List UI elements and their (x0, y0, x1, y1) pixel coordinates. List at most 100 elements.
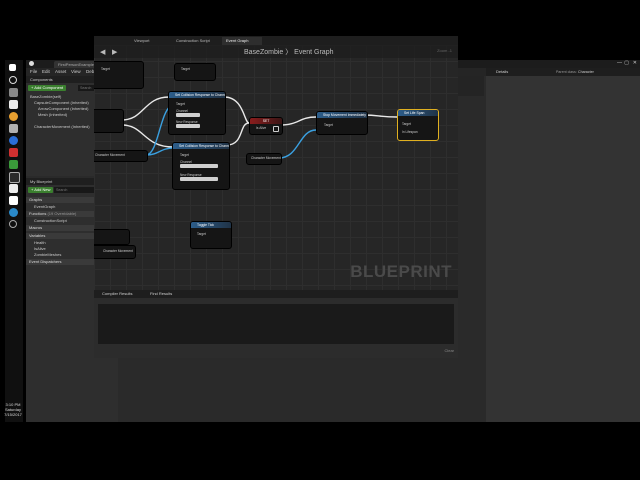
partial-node-bottom[interactable] (94, 229, 130, 245)
parent-class-value[interactable]: Character (578, 68, 594, 76)
checkbox[interactable] (273, 126, 279, 132)
exec-wire (279, 116, 317, 126)
function-construction-script[interactable]: ConstructionScript (34, 218, 67, 223)
search-icon[interactable] (9, 76, 17, 84)
toggle-tick-node[interactable]: Toggle Tick Target (190, 221, 232, 249)
graphs-label: Graphs (29, 197, 43, 202)
component-root[interactable]: BaseZombie(self) (30, 94, 61, 99)
object-wire (278, 129, 317, 159)
explorer-icon[interactable] (9, 184, 18, 193)
dispatchers-label: Event Dispatchers (29, 259, 62, 264)
event-graph-canvas[interactable]: ◀ ▶ BaseZombie 〉 Event Graph Zoom -1 Tar… (94, 45, 458, 290)
component-movement[interactable]: CharacterMovement (Inherited) (34, 124, 90, 129)
task-view-icon[interactable] (9, 88, 18, 97)
add-component-button[interactable]: + Add Component (28, 85, 67, 91)
component-capsule[interactable]: CapsuleComponent (Inherited) (34, 100, 89, 105)
node-title: Toggle Tick (191, 222, 231, 228)
taskbar-clock[interactable]: 3:10 PM Saturday 7/15/2017 (2, 402, 24, 417)
exec-wire (121, 124, 174, 148)
response-field[interactable] (176, 124, 200, 128)
channel-field[interactable] (176, 113, 200, 117)
channel-field[interactable] (180, 164, 218, 168)
set-collision-response-node-1[interactable]: Set Collision Response to Channel Target… (168, 91, 226, 135)
variables-label: Variables (29, 233, 46, 238)
parent-class-label: Parent class: (556, 70, 577, 74)
menu-file[interactable]: File (30, 68, 37, 76)
taskbar (5, 60, 23, 422)
exec-wire (363, 114, 398, 118)
node-title: Set Collision Response to Channel (169, 92, 225, 98)
pin-label: Target (180, 153, 189, 157)
clock-date: 7/15/2017 (4, 412, 22, 417)
wire-layer (121, 96, 398, 159)
set-node-top[interactable]: Target (174, 63, 216, 81)
node-title: Stop Movement Immediately (317, 112, 367, 118)
variable-isalive[interactable]: IsAlive (34, 246, 46, 251)
target-pin-label: Target (101, 67, 110, 71)
app4-icon[interactable] (9, 208, 18, 217)
tab-event-graph[interactable]: Event Graph (222, 37, 262, 45)
mail-icon[interactable] (9, 100, 18, 109)
target-node-partial[interactable]: Target (94, 61, 144, 89)
set-isalive-node[interactable]: SET Is Alive (249, 117, 283, 135)
settings-icon[interactable] (9, 220, 17, 228)
blueprint-watermark: BLUEPRINT (350, 262, 452, 281)
tab-viewport[interactable]: Viewport (130, 37, 164, 45)
exec-wire (226, 122, 250, 146)
tab-details[interactable]: Details (496, 68, 508, 76)
close-button[interactable]: ✕ (633, 60, 637, 66)
functions-note: (19 Overridable) (47, 211, 77, 216)
component-mesh[interactable]: Mesh (Inherited) (38, 112, 67, 117)
pin-label: Target (402, 122, 411, 126)
pin-label: In Lifespan (402, 130, 418, 134)
menu-asset[interactable]: Asset (55, 68, 66, 76)
add-new-button[interactable]: + Add New (28, 187, 54, 193)
stop-movement-node[interactable]: Stop Movement Immediately Target (316, 111, 368, 135)
variable-zombiemeshes[interactable]: ZombieMeshes (34, 252, 61, 257)
pin-label: Target (176, 102, 185, 106)
app-icon[interactable] (9, 124, 18, 133)
macros-label: Macros (29, 225, 43, 230)
pin-label: Target (197, 232, 206, 236)
tab-construction-script[interactable]: Construction Script (172, 37, 222, 45)
bottom-panel-tabs: Compiler Results Find Results (94, 290, 458, 298)
tab-find-results[interactable]: Find Results (150, 290, 172, 298)
clear-button[interactable]: Clear (444, 348, 454, 353)
pin-label: Target (324, 123, 333, 127)
compiler-results-panel: Clear (94, 298, 458, 358)
character-movement-getter[interactable]: Character Movement (94, 150, 148, 162)
results-list (98, 304, 454, 344)
menu-edit[interactable]: Edit (42, 68, 50, 76)
tab-compiler-results[interactable]: Compiler Results (102, 290, 132, 298)
unreal-icon[interactable] (9, 136, 18, 145)
start-icon[interactable] (9, 64, 16, 71)
component-arrow[interactable]: ArrowComponent (Inherited) (38, 106, 88, 111)
graph-eventgraph[interactable]: EventGraph (34, 204, 55, 209)
character-movement-label: Character Movement (103, 249, 133, 253)
menu-view[interactable]: View (71, 68, 81, 76)
event-node-partial[interactable] (94, 109, 124, 133)
exec-wire (121, 96, 170, 121)
minimize-button[interactable]: — (617, 60, 622, 66)
maximize-button[interactable]: ▢ (624, 60, 629, 66)
app2-icon[interactable] (9, 148, 18, 157)
node-title: Set Collision Response to Channel (173, 143, 229, 149)
set-collision-response-node-2[interactable]: Set Collision Response to Channel Target… (172, 142, 230, 190)
chrome-icon[interactable] (9, 112, 18, 121)
partial-node-bottom-2[interactable]: Character Movement (94, 245, 136, 259)
unreal-logo-icon (29, 61, 34, 66)
response-field[interactable] (180, 177, 218, 181)
target-pin-label: Target (181, 67, 190, 71)
character-movement-node[interactable]: Character Movement (246, 153, 282, 165)
details-tab-bar: Details Parent class: Character (486, 68, 640, 76)
variable-health[interactable]: Health (34, 240, 46, 245)
pin-label: Is Alive (256, 126, 267, 130)
node-title: SET (250, 118, 282, 124)
details-panel: Details Parent class: Character (486, 68, 640, 422)
functions-label: Functions (29, 211, 47, 216)
unreal-editor-icon[interactable] (9, 196, 18, 205)
character-movement-label: Character Movement (95, 153, 125, 157)
app3-icon[interactable] (9, 160, 18, 169)
set-life-span-node[interactable]: Set Life Span Target In Lifespan (397, 109, 439, 141)
terminal-icon[interactable] (9, 172, 20, 183)
